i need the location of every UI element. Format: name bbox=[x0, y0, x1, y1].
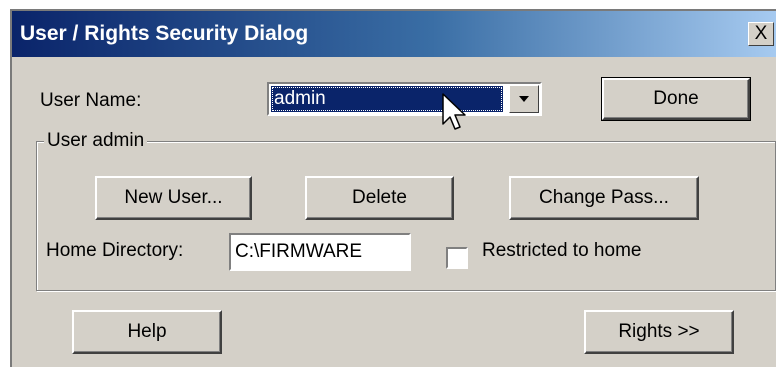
user-name-selected-value[interactable]: admin bbox=[271, 86, 503, 112]
chevron-down-icon bbox=[519, 96, 529, 102]
home-directory-field[interactable]: C:\FIRMWARE bbox=[229, 233, 411, 271]
combo-dropdown-button[interactable] bbox=[509, 85, 539, 113]
restricted-to-home-checkbox[interactable] bbox=[446, 247, 468, 269]
close-icon: X bbox=[754, 23, 768, 44]
done-button[interactable]: Done bbox=[601, 77, 751, 121]
help-button[interactable]: Help bbox=[72, 310, 222, 354]
title-bar[interactable]: User / Rights Security Dialog X bbox=[12, 11, 776, 57]
rights-button[interactable]: Rights >> bbox=[584, 310, 734, 354]
home-directory-label: Home Directory: bbox=[46, 240, 184, 261]
window-title: User / Rights Security Dialog bbox=[20, 22, 309, 45]
user-name-combobox[interactable]: admin bbox=[267, 82, 542, 116]
user-admin-group-label: User admin bbox=[44, 130, 148, 152]
restricted-to-home-label[interactable]: Restricted to home bbox=[482, 240, 641, 262]
new-user-button[interactable]: New User... bbox=[95, 176, 252, 220]
change-pass-button[interactable]: Change Pass... bbox=[509, 176, 699, 220]
delete-button[interactable]: Delete bbox=[305, 176, 454, 220]
user-name-label: User Name: bbox=[40, 90, 142, 111]
security-dialog: User / Rights Security Dialog X User Nam… bbox=[10, 9, 776, 367]
close-button[interactable]: X bbox=[748, 22, 774, 46]
